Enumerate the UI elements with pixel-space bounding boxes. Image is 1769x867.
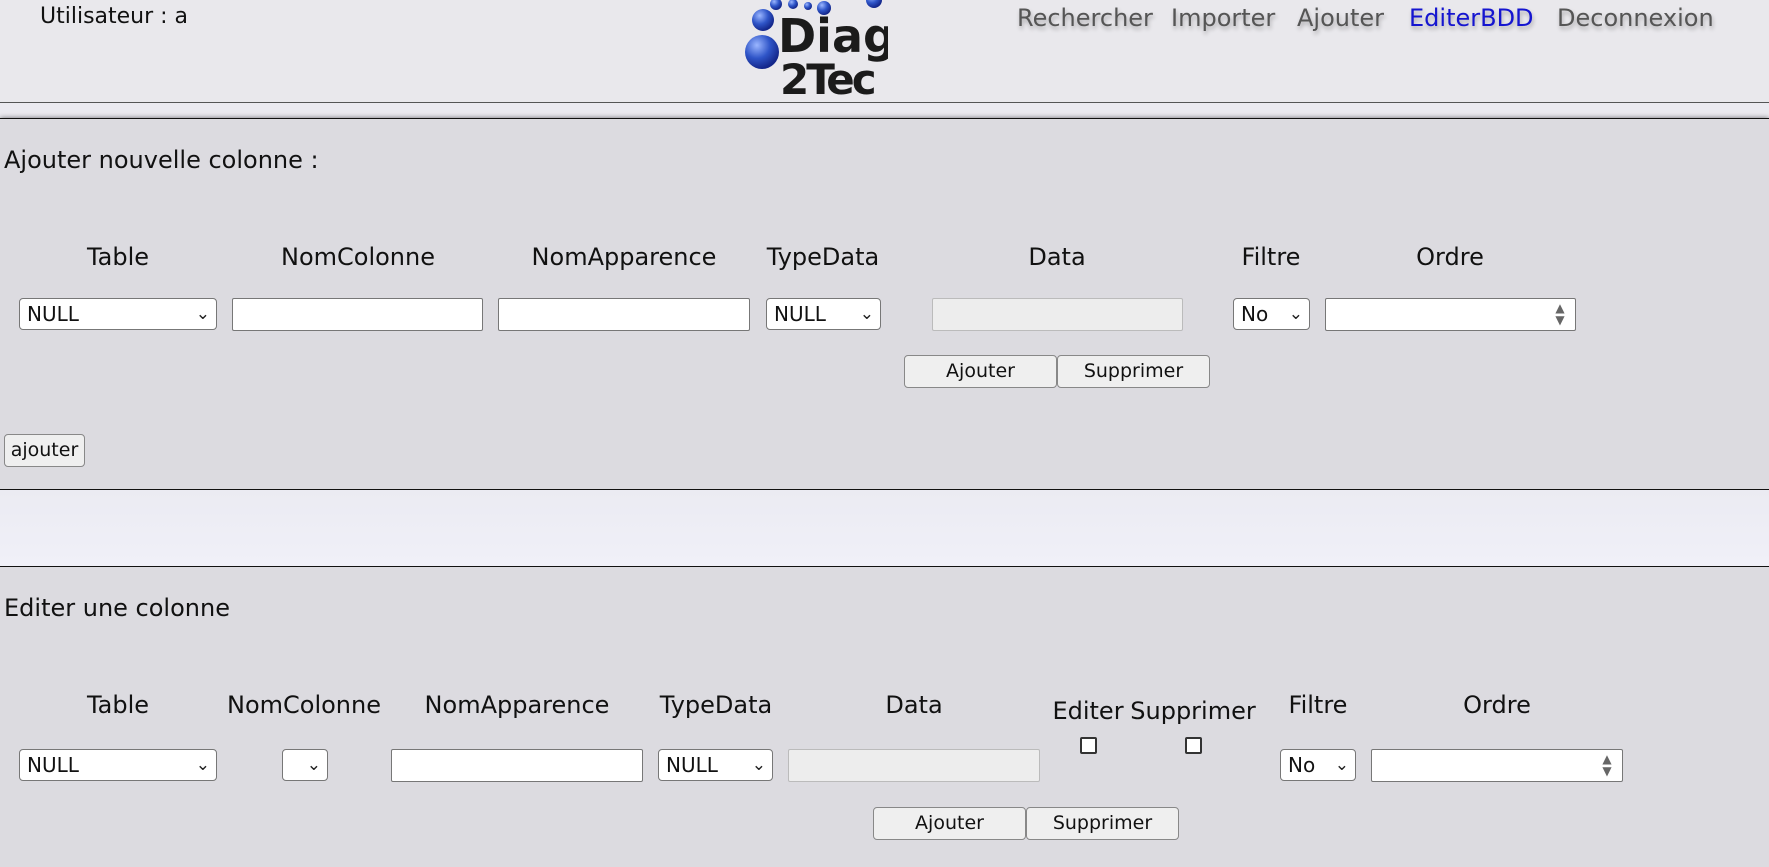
chevron-down-icon: ⌄ (859, 304, 874, 324)
header-nom-apparence: NomApparence (531, 243, 717, 271)
nom-apparence-input[interactable] (391, 749, 643, 782)
header-ordre: Ordre (1463, 691, 1531, 719)
header-type-data: TypeData (766, 243, 880, 271)
header-table: Table (86, 691, 150, 719)
header-filtre: Filtre (1241, 243, 1301, 271)
supprimer-data-button[interactable]: Supprimer (1057, 355, 1210, 388)
header-nom-colonne: NomColonne (227, 691, 381, 719)
ordre-number-input[interactable]: ▲ ▼ (1371, 749, 1623, 782)
header-ordre: Ordre (1416, 243, 1484, 271)
filtre-select-value: No (1241, 302, 1269, 326)
type-data-select-value: NULL (774, 302, 826, 326)
nav-editerbdd[interactable]: EditerBDD (1409, 4, 1534, 32)
editer-checkbox[interactable] (1080, 737, 1097, 754)
nom-colonne-select[interactable]: ⌄ (282, 749, 328, 781)
filtre-select-value: No (1288, 753, 1316, 777)
ajouter-data-button[interactable]: Ajouter (904, 355, 1057, 388)
supprimer-checkbox[interactable] (1185, 737, 1202, 754)
header-table: Table (86, 243, 150, 271)
data-input (788, 749, 1040, 782)
nom-apparence-input[interactable] (498, 298, 750, 331)
supprimer-data-button[interactable]: Supprimer (1026, 807, 1179, 840)
table-select-value: NULL (27, 753, 79, 777)
chevron-down-icon: ⌄ (306, 755, 321, 775)
header-filtre: Filtre (1288, 691, 1348, 719)
filtre-select[interactable]: No ⌄ (1280, 749, 1356, 781)
diag2tec-logo: Diag 2Tec (745, 0, 888, 96)
ajouter-data-button[interactable]: Ajouter (873, 807, 1026, 840)
header-editer: Editer (1052, 697, 1124, 725)
chevron-down-icon: ⌄ (751, 755, 766, 775)
spinner-arrows-icon[interactable]: ▲ ▼ (1596, 753, 1618, 778)
header-data: Data (885, 691, 943, 719)
nav-deconnexion[interactable]: Deconnexion (1557, 4, 1714, 32)
header-data: Data (1028, 243, 1086, 271)
add-column-title: Ajouter nouvelle colonne : (4, 146, 319, 174)
filtre-select[interactable]: No ⌄ (1233, 298, 1310, 330)
type-data-select[interactable]: NULL ⌄ (658, 749, 773, 781)
header-nom-colonne: NomColonne (281, 243, 435, 271)
table-select[interactable]: NULL ⌄ (19, 298, 217, 330)
nav-rechercher[interactable]: Rechercher (1017, 4, 1153, 32)
chevron-down-icon: ⌄ (1288, 304, 1303, 324)
header-supprimer: Supprimer (1130, 697, 1256, 725)
type-data-select[interactable]: NULL ⌄ (766, 298, 881, 330)
edit-column-panel: Editer une colonne Table NomColonne NomA… (0, 566, 1769, 867)
ajouter-submit-button[interactable]: ajouter (4, 434, 85, 467)
top-header: Utilisateur : a Diag 2Tec Rechercher Imp… (0, 0, 1769, 103)
chevron-down-icon: ⌄ (195, 304, 210, 324)
nav-ajouter[interactable]: Ajouter (1297, 4, 1384, 32)
header-type-data: TypeData (659, 691, 773, 719)
table-select-value: NULL (27, 302, 79, 326)
ordre-number-input[interactable]: ▲ ▼ (1325, 298, 1576, 331)
nav-importer[interactable]: Importer (1171, 4, 1275, 32)
user-label: Utilisateur : a (40, 4, 189, 29)
spinner-arrows-icon[interactable]: ▲ ▼ (1549, 302, 1571, 327)
add-column-panel: Ajouter nouvelle colonne : Table NomColo… (0, 118, 1769, 490)
chevron-down-icon: ⌄ (195, 755, 210, 775)
table-select[interactable]: NULL ⌄ (19, 749, 217, 781)
type-data-select-value: NULL (666, 753, 718, 777)
data-input (932, 298, 1183, 331)
nom-colonne-input[interactable] (232, 298, 483, 331)
edit-column-title: Editer une colonne (4, 594, 230, 622)
logo-wordmark-2tec: 2Tec (780, 55, 875, 96)
chevron-down-icon: ⌄ (1334, 755, 1349, 775)
header-nom-apparence: NomApparence (424, 691, 610, 719)
section-gap (0, 490, 1769, 566)
